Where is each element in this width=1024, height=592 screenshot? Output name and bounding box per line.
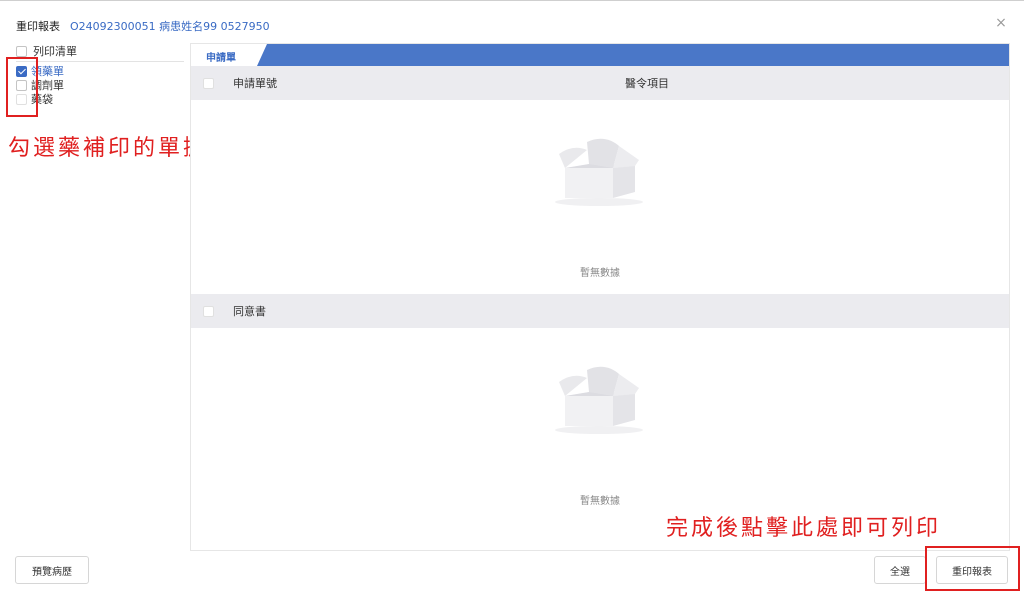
tab-application-form[interactable]: 申請單 xyxy=(191,44,267,66)
tab-label: 申請單 xyxy=(206,53,236,64)
consent-header-label: 同意書 xyxy=(233,305,266,318)
dialog-header: 重印報表 O24092300051 病患姓名99 0527950 xyxy=(16,18,270,34)
close-icon[interactable]: × xyxy=(992,14,1010,32)
column-header-order-item: 醫令項目 xyxy=(625,77,669,90)
tab-strip: 申請單 xyxy=(191,44,1009,66)
application-table-header: 申請單號 醫令項目 xyxy=(191,66,1009,100)
annotation-box-reprint xyxy=(925,546,1020,591)
annotation-text-left: 勾選藥補印的單據 xyxy=(8,136,209,161)
dialog-title: 重印報表 xyxy=(16,20,60,33)
annotation-box-checkboxes xyxy=(6,57,38,117)
empty-box-icon xyxy=(555,138,643,206)
print-list: 列印清單 領藥單 調劑單 藥袋 xyxy=(16,43,186,106)
column-header-order-no: 申請單號 xyxy=(233,77,277,90)
consent-select-all-checkbox[interactable] xyxy=(203,305,214,317)
patient-info: O24092300051 病患姓名99 0527950 xyxy=(70,20,270,33)
list-divider xyxy=(16,61,184,62)
content-panel: 申請單 申請單號 醫令項目 暫無數據 同意書 暫無數據 xyxy=(190,43,1010,551)
empty-text: 暫無數據 xyxy=(580,268,620,279)
application-empty-state: 暫無數據 xyxy=(191,100,1009,294)
consent-table-header: 同意書 xyxy=(191,294,1009,328)
top-border xyxy=(0,0,1024,1)
application-select-all-checkbox[interactable] xyxy=(203,77,214,89)
print-list-title: 列印清單 xyxy=(33,45,77,58)
empty-text: 暫無數據 xyxy=(580,496,620,507)
select-all-button[interactable]: 全選 xyxy=(874,556,926,584)
empty-box-icon xyxy=(555,366,643,434)
preview-history-button[interactable]: 預覽病歷 xyxy=(15,556,89,584)
annotation-text-right: 完成後點擊此處即可列印 xyxy=(666,516,942,541)
print-list-select-all-checkbox[interactable] xyxy=(16,45,27,57)
print-list-header: 列印清單 xyxy=(16,43,186,59)
